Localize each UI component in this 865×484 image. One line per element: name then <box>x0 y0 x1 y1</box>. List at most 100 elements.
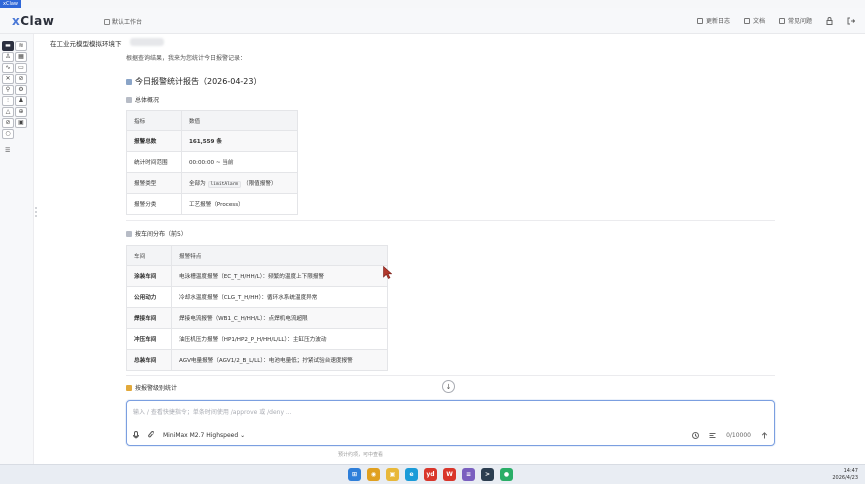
table-row: 统计时间范围 00:00:00 ~ 当前 <box>126 151 299 173</box>
user-icon[interactable]: ♙ <box>2 52 14 62</box>
faq-label: 常见问题 <box>787 18 812 25</box>
level-heading: 按报警级别统计 <box>126 383 177 392</box>
link-icon[interactable]: ⊘ <box>15 74 27 84</box>
notepad-icon[interactable]: ≡ <box>462 468 475 481</box>
os-taskbar: ⊞ ◉ ▣ e yd W ≡ > ● 14:47 2026/4/23 <box>0 464 865 484</box>
lock-button[interactable] <box>826 16 833 25</box>
wifi-icon[interactable]: ≋ <box>15 41 27 51</box>
section-divider <box>126 220 775 221</box>
windows-icon[interactable]: ⊞ <box>348 468 361 481</box>
logout-button[interactable] <box>847 17 855 25</box>
wechat-icon[interactable]: ● <box>500 468 513 481</box>
logo-prefix: x <box>12 14 21 28</box>
history-icon[interactable] <box>692 431 700 439</box>
scroll-to-bottom-button[interactable]: ↓ <box>442 380 455 393</box>
taskbar-apps: ⊞ ◉ ▣ e yd W ≡ > ● <box>348 468 513 481</box>
table-row: 总装车间 AGV电量报警（AGV1/2_B_L/LL）：电池电量低；拧紧试验台速… <box>126 349 388 371</box>
edge-icon[interactable]: e <box>405 468 418 481</box>
cell-text: （限值报警） <box>242 181 277 187</box>
youdao-icon[interactable]: yd <box>424 468 437 481</box>
model-selector[interactable]: MiniMax M2.7 Highspeed ⌄ <box>163 432 245 439</box>
table-cell: 油压机压力报警（HP1/HP2_P_H/HH/L/LL）：主缸压力波动 <box>171 328 388 350</box>
table-cell: 公用动力 <box>126 286 172 308</box>
table-cell: 报警总数 <box>126 130 182 152</box>
globe-icon[interactable]: ⊕ <box>15 107 27 117</box>
workshop-table: 车间 报警特点 涂装车间 电泳槽温度报警（EC_T_H/HH/L）：频繁的温度上… <box>126 245 388 371</box>
microphone-icon[interactable] <box>133 431 139 439</box>
workspace-icon <box>104 19 110 25</box>
table-cell: 冲压车间 <box>126 328 172 350</box>
table-header: 车间 <box>126 245 172 266</box>
menu-icon[interactable]: ☰ <box>5 147 10 154</box>
image-icon[interactable]: ▣ <box>15 118 27 128</box>
wps-icon[interactable]: W <box>443 468 456 481</box>
char-counter: 0/10000 <box>726 431 751 439</box>
mouse-cursor-icon <box>383 266 392 279</box>
table-cell: 全部为 limitAlarm （限值报警） <box>180 172 299 194</box>
folder-icon[interactable]: ▭ <box>15 63 27 73</box>
workshop-heading: 按车间分布（前5） <box>126 229 187 238</box>
table-row: 焊接车间 焊接电流报警（WB1_C_H/HH/L）：点焊机电流超限 <box>126 307 388 329</box>
chat-area: 在工业元模型模拟环境下 根据查询结果，我来为您统计今日报警记录： 今日报警统计报… <box>38 34 865 464</box>
table-cell: 统计时间范围 <box>126 151 182 173</box>
table-cell: 电泳槽温度报警（EC_T_H/HH/L）：频繁的温度上下限报警 <box>171 265 388 287</box>
table-cell: 焊接车间 <box>126 307 172 329</box>
clipboard-icon <box>126 79 132 85</box>
table-cell: 涂装车间 <box>126 265 172 287</box>
inline-code: limitAlarm <box>207 181 242 188</box>
table-row: 报警总数 161,559 条 <box>126 130 299 152</box>
help-icon <box>778 17 785 24</box>
docs-link[interactable]: 文档 <box>743 16 765 25</box>
logout-icon <box>847 17 855 24</box>
table-row: 报警分类 工艺报警（Process） <box>126 193 299 215</box>
attachment-icon[interactable] <box>148 431 154 439</box>
overview-heading: 总体概况 <box>126 95 159 104</box>
changelog-link[interactable]: 更新日志 <box>696 16 730 25</box>
table-cell: 161,559 条 <box>180 130 299 152</box>
title-strip: xClaw <box>0 0 865 8</box>
system-clock[interactable]: 14:47 2026/4/23 <box>832 468 858 482</box>
table-header-row: 指标 数值 <box>126 110 299 131</box>
people-icon[interactable]: ♟ <box>15 96 27 106</box>
chevron-down-icon: ⌄ <box>240 431 246 439</box>
input-toolbar: MiniMax M2.7 Highspeed ⌄ 0/10000 <box>133 430 768 440</box>
settings-icon[interactable]: ⫶ <box>2 96 14 106</box>
docs-label: 文档 <box>752 18 765 25</box>
format-icon[interactable] <box>709 432 716 439</box>
faq-link[interactable]: 常见问题 <box>778 16 812 25</box>
arrow-down-icon: ↓ <box>445 382 452 391</box>
left-sidebar: ▬ ≋ ♙ ▦ ∿ ▭ ✕ ⊘ ⚲ ⚙ ⫶ ♟ △ ⊕ ⊘ ▣ ○ ☰ <box>0 34 34 464</box>
table-header: 数值 <box>180 110 299 131</box>
send-icon[interactable] <box>761 431 768 439</box>
table-row: 公用动力 冷却水温度报警（CLG_T_H/HH）：循环水系统温度异常 <box>126 286 388 308</box>
files-icon[interactable]: ▣ <box>386 468 399 481</box>
stop-icon[interactable]: ⊘ <box>2 118 14 128</box>
overview-table: 指标 数值 报警总数 161,559 条 统计时间范围 00:00:00 ~ 当… <box>126 110 299 215</box>
report-title-text: 今日报警统计报告（2026-04-23） <box>135 77 262 86</box>
warning-icon[interactable]: △ <box>2 107 14 117</box>
section-divider <box>126 375 775 376</box>
header-actions: 更新日志 文档 常见问题 <box>696 16 855 25</box>
table-cell: 总装车间 <box>126 349 172 371</box>
redacted-name <box>130 38 164 46</box>
chat-icon[interactable]: ▬ <box>2 41 14 51</box>
table-cell: AGV电量报警（AGV1/2_B_L/LL）：电池电量低；拧紧试验台速度报警 <box>171 349 388 371</box>
input-toolbar-left: MiniMax M2.7 Highspeed ⌄ <box>133 431 245 439</box>
chrome-icon[interactable]: ◉ <box>367 468 380 481</box>
search-icon[interactable]: ⚲ <box>2 85 14 95</box>
bulb-icon[interactable]: ○ <box>2 129 14 139</box>
tool-icon[interactable]: ✕ <box>2 74 14 84</box>
message-input-box[interactable]: 输入 / 查看快捷指令；单条时间使用 /approve 或 /deny ... … <box>126 400 775 446</box>
changelog-label: 更新日志 <box>705 18 730 25</box>
lock-icon <box>826 16 833 25</box>
terminal-icon[interactable]: > <box>481 468 494 481</box>
plugin-icon[interactable]: ⚙ <box>15 85 27 95</box>
chart-icon[interactable]: ∿ <box>2 63 14 73</box>
message-input[interactable]: 输入 / 查看快捷指令；单条时间使用 /approve 或 /deny ... <box>133 407 292 416</box>
overview-heading-text: 总体概况 <box>135 97 160 104</box>
table-cell: 冷却水温度报警（CLG_T_H/HH）：循环水系统温度异常 <box>171 286 388 308</box>
table-row: 冲压车间 油压机压力报警（HP1/HP2_P_H/HH/L/LL）：主缸压力波动 <box>126 328 388 350</box>
calendar-icon[interactable]: ▦ <box>15 52 27 62</box>
app-logo[interactable]: xClaw <box>12 14 54 28</box>
workspace-switcher[interactable]: 默认工作台 <box>104 17 142 26</box>
